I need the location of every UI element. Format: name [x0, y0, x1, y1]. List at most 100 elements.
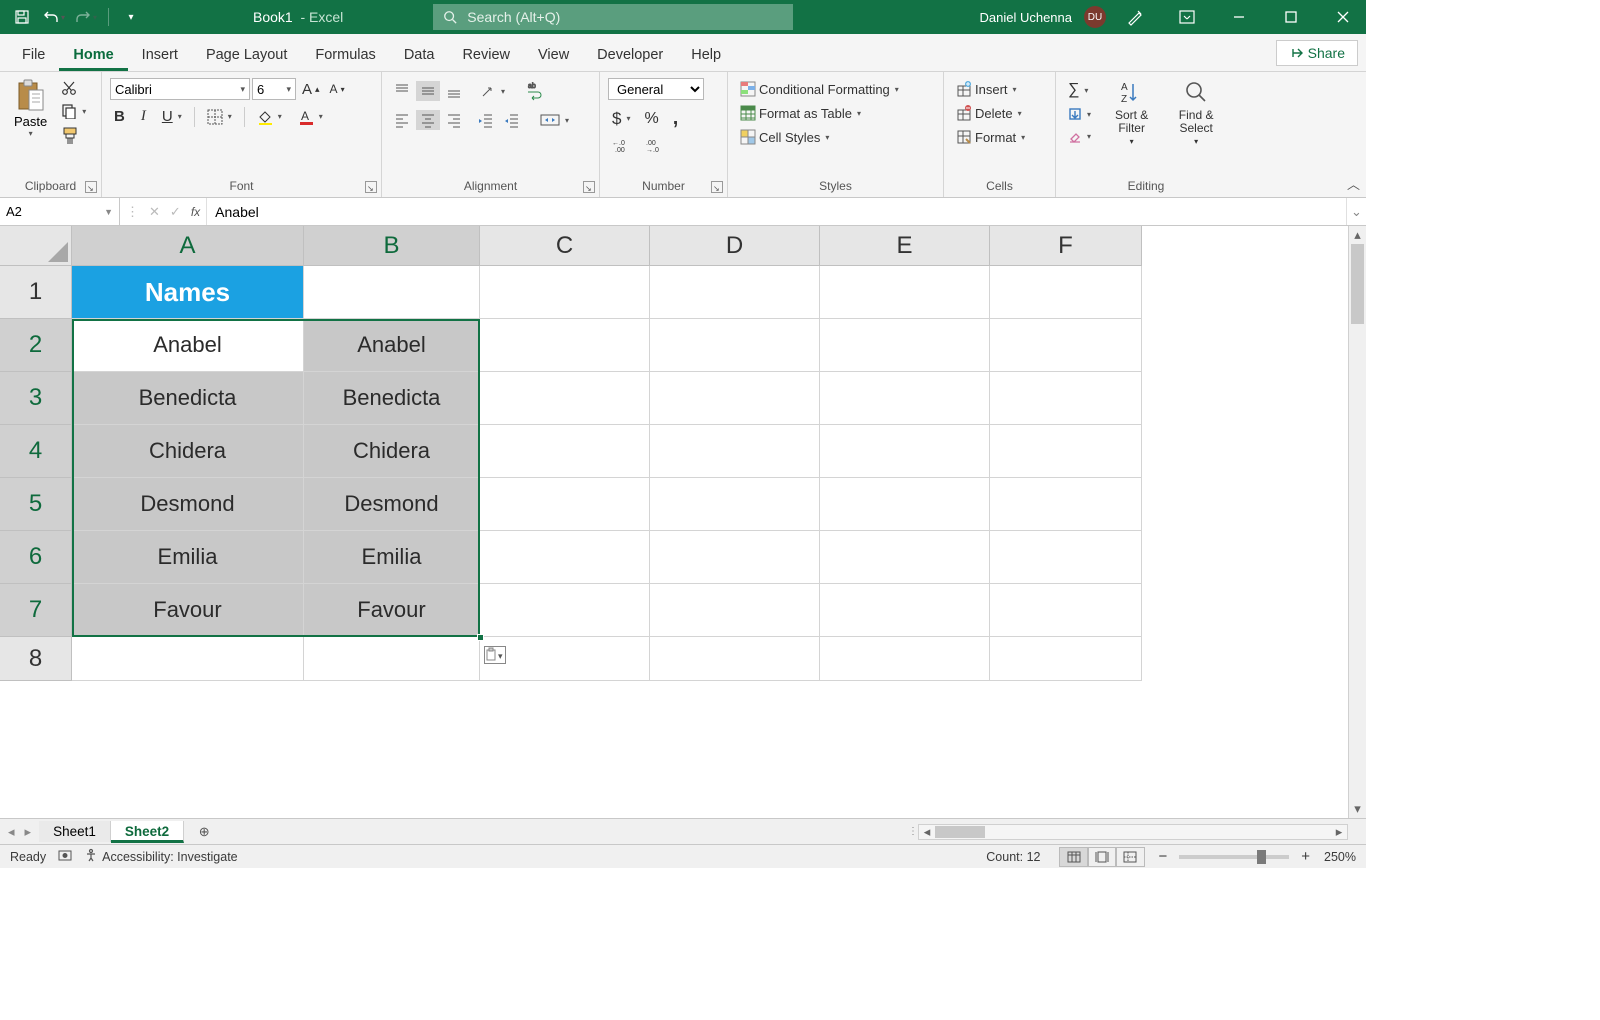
align-center-button[interactable]	[416, 110, 440, 130]
wrap-text-button[interactable]: ab	[521, 78, 549, 104]
increase-decimal-button[interactable]: ←.0.00	[608, 137, 636, 155]
accessibility-icon[interactable]	[84, 848, 98, 865]
format-cells-button[interactable]: Format	[952, 127, 1029, 147]
align-left-button[interactable]	[390, 110, 414, 130]
cell-styles-button[interactable]: Cell Styles	[736, 127, 833, 147]
cell-D5[interactable]	[650, 478, 820, 531]
cell-B8[interactable]	[304, 637, 480, 681]
column-header-E[interactable]: E	[820, 226, 990, 266]
cell-E1[interactable]	[820, 266, 990, 319]
sort-filter-button[interactable]: AZ Sort & Filter▾	[1103, 78, 1160, 149]
insert-cells-button[interactable]: Insert	[952, 79, 1021, 99]
zoom-in-button[interactable]: +	[1297, 848, 1314, 865]
cell-B3[interactable]: Benedicta	[304, 372, 480, 425]
number-dialog-launcher[interactable]	[711, 181, 723, 193]
cell-C6[interactable]	[480, 531, 650, 584]
column-header-B[interactable]: B	[304, 226, 480, 266]
share-button[interactable]: Share	[1276, 40, 1358, 66]
tab-data[interactable]: Data	[390, 39, 449, 71]
column-header-C[interactable]: C	[480, 226, 650, 266]
cell-D8[interactable]	[650, 637, 820, 681]
cell-F6[interactable]	[990, 531, 1142, 584]
delete-cells-button[interactable]: Delete	[952, 103, 1026, 123]
cell-A7[interactable]: Favour	[72, 584, 304, 637]
tab-view[interactable]: View	[524, 39, 583, 71]
align-right-button[interactable]	[442, 110, 466, 130]
search-box[interactable]: Search (Alt+Q)	[433, 4, 793, 30]
cell-F5[interactable]	[990, 478, 1142, 531]
sheet-nav-next[interactable]: ▸	[25, 824, 32, 840]
collapse-ribbon-button[interactable]: ︿	[1347, 174, 1360, 193]
cell-A4[interactable]: Chidera	[72, 425, 304, 478]
cell-D4[interactable]	[650, 425, 820, 478]
scroll-right-button[interactable]: ▸	[1331, 824, 1347, 840]
tab-formulas[interactable]: Formulas	[301, 39, 389, 71]
conditional-formatting-button[interactable]: Conditional Formatting	[736, 79, 903, 99]
cell-E7[interactable]	[820, 584, 990, 637]
qat-customize-button[interactable]: ▾	[117, 4, 145, 30]
redo-button[interactable]	[72, 4, 100, 30]
sheet-tab-sheet1[interactable]: Sheet1	[39, 821, 111, 842]
row-header-4[interactable]: 4	[0, 425, 72, 478]
row-header-8[interactable]: 8	[0, 637, 72, 681]
find-select-button[interactable]: Find & Select▾	[1164, 78, 1228, 149]
font-name-combo[interactable]: Calibri▾	[110, 78, 250, 100]
sheet-tab-sheet2[interactable]: Sheet2	[111, 821, 184, 843]
cell-B6[interactable]: Emilia	[304, 531, 480, 584]
borders-button[interactable]	[203, 107, 236, 127]
format-painter-button[interactable]	[57, 124, 90, 148]
autosum-button[interactable]: ∑	[1064, 79, 1095, 101]
tab-file[interactable]: File	[8, 39, 59, 71]
cut-button[interactable]	[57, 78, 90, 98]
scroll-left-button[interactable]: ◂	[919, 824, 935, 840]
close-button[interactable]	[1320, 0, 1366, 34]
cell-B4[interactable]: Chidera	[304, 425, 480, 478]
cell-B5[interactable]: Desmond	[304, 478, 480, 531]
zoom-slider-thumb[interactable]	[1257, 850, 1266, 864]
copy-button[interactable]	[57, 101, 90, 121]
paste-button[interactable]: Paste ▾	[8, 76, 53, 140]
cell-A5[interactable]: Desmond	[72, 478, 304, 531]
cell-F4[interactable]	[990, 425, 1142, 478]
cell-B7[interactable]: Favour	[304, 584, 480, 637]
bold-button[interactable]: B	[110, 106, 129, 127]
zoom-slider[interactable]	[1179, 855, 1289, 859]
column-header-D[interactable]: D	[650, 226, 820, 266]
pen-mode-button[interactable]	[1112, 0, 1158, 34]
paste-options-button[interactable]: ▾	[484, 646, 506, 664]
decrease-decimal-button[interactable]: .00→.0	[642, 137, 670, 155]
scroll-down-button[interactable]: ▾	[1349, 800, 1366, 818]
cell-A1[interactable]: Names	[72, 266, 304, 319]
ribbon-display-button[interactable]	[1164, 0, 1210, 34]
row-header-7[interactable]: 7	[0, 584, 72, 637]
cell-E4[interactable]	[820, 425, 990, 478]
cell-D2[interactable]	[650, 319, 820, 372]
cell-C4[interactable]	[480, 425, 650, 478]
new-sheet-button[interactable]: ⊕	[192, 820, 216, 844]
horizontal-scrollbar[interactable]: ◂ ▸	[918, 824, 1348, 840]
fill-color-button[interactable]	[253, 107, 286, 127]
select-all-button[interactable]	[0, 226, 72, 266]
cell-F2[interactable]	[990, 319, 1142, 372]
cell-E2[interactable]	[820, 319, 990, 372]
cell-D7[interactable]	[650, 584, 820, 637]
cell-D6[interactable]	[650, 531, 820, 584]
merge-center-button[interactable]	[536, 110, 573, 130]
save-button[interactable]	[8, 4, 36, 30]
cell-E6[interactable]	[820, 531, 990, 584]
row-header-5[interactable]: 5	[0, 478, 72, 531]
formula-input[interactable]: Anabel	[207, 198, 1346, 225]
font-dialog-launcher[interactable]	[365, 181, 377, 193]
tab-home[interactable]: Home	[59, 39, 127, 71]
name-box[interactable]: A2▼	[0, 198, 120, 225]
column-header-F[interactable]: F	[990, 226, 1142, 266]
zoom-out-button[interactable]: −	[1154, 848, 1171, 865]
increase-indent-button[interactable]	[500, 110, 524, 130]
view-page-layout-button[interactable]	[1087, 847, 1117, 867]
align-bottom-button[interactable]	[442, 81, 466, 101]
accessibility-status[interactable]: Accessibility: Investigate	[102, 850, 237, 864]
decrease-indent-button[interactable]	[474, 110, 498, 130]
cell-C3[interactable]	[480, 372, 650, 425]
scroll-up-button[interactable]: ▴	[1349, 226, 1366, 244]
enter-formula-button[interactable]: ✓	[170, 204, 181, 220]
